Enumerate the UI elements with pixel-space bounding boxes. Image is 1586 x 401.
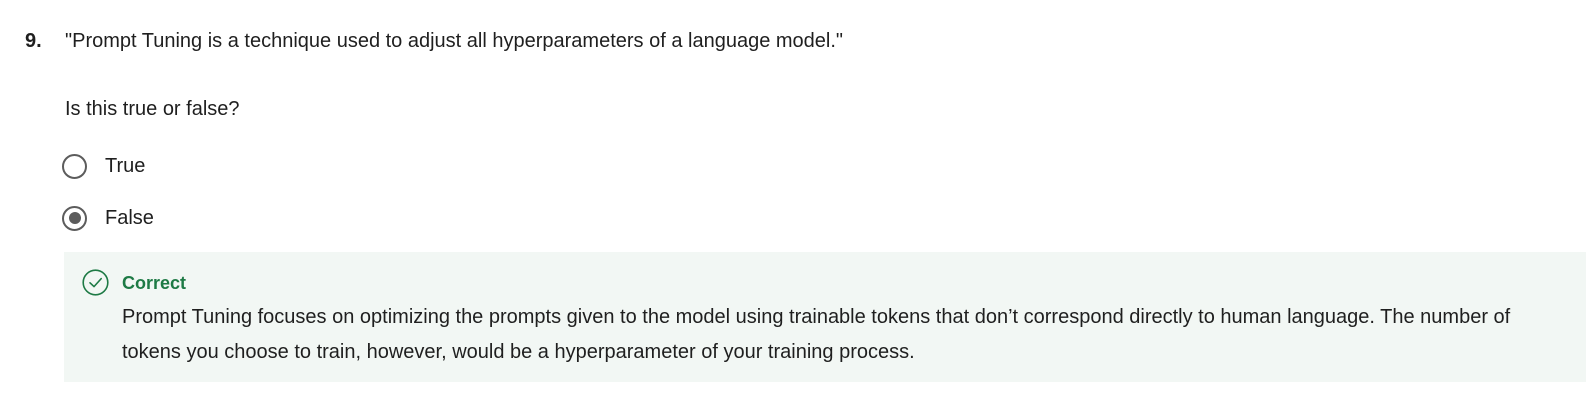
feedback-explanation: Prompt Tuning focuses on optimizing the … [122,306,1511,363]
option-true-label: True [105,155,146,177]
radio-false[interactable] [62,205,87,231]
option-true[interactable]: True [62,151,145,181]
question-number: 9. [25,30,42,52]
question-prompt: Is this true or false? [65,98,240,120]
question-text: "Prompt Tuning is a technique used to ad… [65,30,843,52]
feedback-status: Correct [122,273,187,293]
check-circle-icon [82,269,109,296]
feedback-panel: Correct Prompt Tuning focuses on optimiz… [64,252,1586,382]
radio-true[interactable] [62,153,87,179]
option-false[interactable]: False [62,203,154,233]
option-false-label: False [105,207,154,229]
